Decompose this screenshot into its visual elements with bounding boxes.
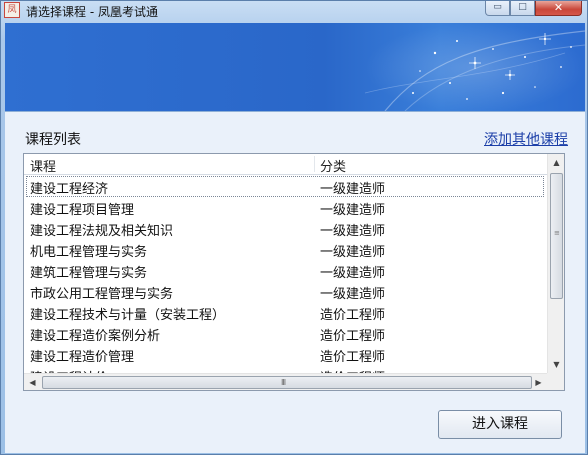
course-row[interactable]: 建设工程技术与计量（安装工程） 造价工程师: [24, 302, 547, 323]
course-listview[interactable]: 课程 分类 建设工程经济 一级建造师 建设工程项目管理 一级建造师 建设工程法规及相关知…: [23, 153, 565, 391]
scroll-right-arrow-icon[interactable]: ▶: [530, 374, 547, 390]
course-name-cell: 建设工程项目管理: [30, 203, 135, 218]
header-banner: [5, 23, 585, 111]
list-header: 课程 分类: [24, 154, 547, 175]
maximize-button[interactable]: □: [510, 1, 535, 16]
add-other-courses-link[interactable]: 添加其他课程: [484, 129, 568, 149]
sparkle-decoration: [364, 23, 585, 111]
enter-course-button[interactable]: 进入课程: [438, 410, 562, 439]
scroll-left-arrow-icon[interactable]: ◀: [24, 374, 41, 390]
course-category-cell: 一级建造师: [320, 224, 386, 239]
column-header-course[interactable]: 课程: [30, 156, 56, 175]
course-category-cell: 造价工程师: [320, 329, 386, 344]
course-row[interactable]: 建设工程法规及相关知识 一级建造师: [24, 218, 547, 239]
hscroll-grip-icon: III: [281, 378, 286, 387]
course-rows: 建设工程经济 一级建造师 建设工程项目管理 一级建造师 建设工程法规及相关知识 一级建造师…: [24, 176, 547, 373]
course-category-cell: 一级建造师: [320, 182, 386, 197]
column-header-category[interactable]: 分类: [320, 156, 346, 175]
course-row[interactable]: 建设工程经济 一级建造师: [26, 176, 544, 197]
column-divider[interactable]: [314, 156, 315, 172]
course-category-cell: 造价工程师: [320, 350, 386, 365]
course-selection-window: 凤 请选择课程 - 凤凰考试通 ▭ □ ✕ 课程列表 添加其他课程 课程 分类 …: [0, 0, 588, 455]
vertical-scroll-thumb[interactable]: ≡: [550, 173, 563, 299]
app-logo-icon: 凤: [4, 2, 20, 18]
course-name-cell: 建设工程技术与计量（安装工程）: [30, 308, 226, 323]
course-category-cell: 一级建造师: [320, 266, 386, 281]
course-name-cell: 建设工程经济: [30, 182, 109, 197]
close-button[interactable]: ✕: [535, 1, 582, 16]
scrollbar-corner: [547, 373, 564, 390]
course-row[interactable]: 建设工程计价造价工程师: [24, 365, 547, 373]
course-row[interactable]: 建设工程项目管理 一级建造师: [24, 197, 547, 218]
course-row[interactable]: 建筑工程管理与实务 一级建造师: [24, 260, 547, 281]
course-name-cell: 建筑工程管理与实务: [30, 266, 148, 281]
course-row[interactable]: 机电工程管理与实务 一级建造师: [24, 239, 547, 260]
course-name-cell: 建设工程造价管理: [30, 350, 135, 365]
scroll-up-arrow-icon[interactable]: ▲: [548, 154, 564, 171]
course-category-cell: 一级建造师: [320, 245, 386, 260]
vertical-scrollbar[interactable]: ▲ ≡ ▼: [547, 154, 564, 373]
scroll-down-arrow-icon[interactable]: ▼: [548, 356, 564, 373]
course-category-cell: 造价工程师: [320, 308, 386, 323]
title-bar[interactable]: 凤 请选择课程 - 凤凰考试通 ▭ □ ✕: [1, 1, 587, 21]
course-row[interactable]: 建设工程造价案例分析 造价工程师: [24, 323, 547, 344]
course-list-label: 课程列表: [25, 132, 81, 148]
course-name-cell: 建设工程法规及相关知识: [30, 224, 174, 239]
window-title: 请选择课程 - 凤凰考试通: [26, 5, 158, 19]
scroll-grip-icon: ≡: [554, 229, 560, 237]
course-name-cell: 建设工程造价案例分析: [30, 329, 161, 344]
course-category-cell: 一级建造师: [320, 287, 386, 302]
course-row[interactable]: 市政公用工程管理与实务 一级建造师: [24, 281, 547, 302]
horizontal-scroll-thumb[interactable]: III: [42, 376, 532, 389]
course-name-cell: 机电工程管理与实务: [30, 245, 148, 260]
horizontal-scrollbar[interactable]: ◀ III ▶: [24, 373, 547, 390]
course-category-cell: 一级建造师: [320, 203, 386, 218]
course-row[interactable]: 建设工程造价管理 造价工程师: [24, 344, 547, 365]
course-list-panel: 课程列表 添加其他课程 课程 分类 建设工程经济 一级建造师 建设工程项目管理 一级建…: [5, 111, 585, 453]
minimize-button[interactable]: ▭: [485, 1, 510, 16]
course-name-cell: 市政公用工程管理与实务: [30, 287, 174, 302]
